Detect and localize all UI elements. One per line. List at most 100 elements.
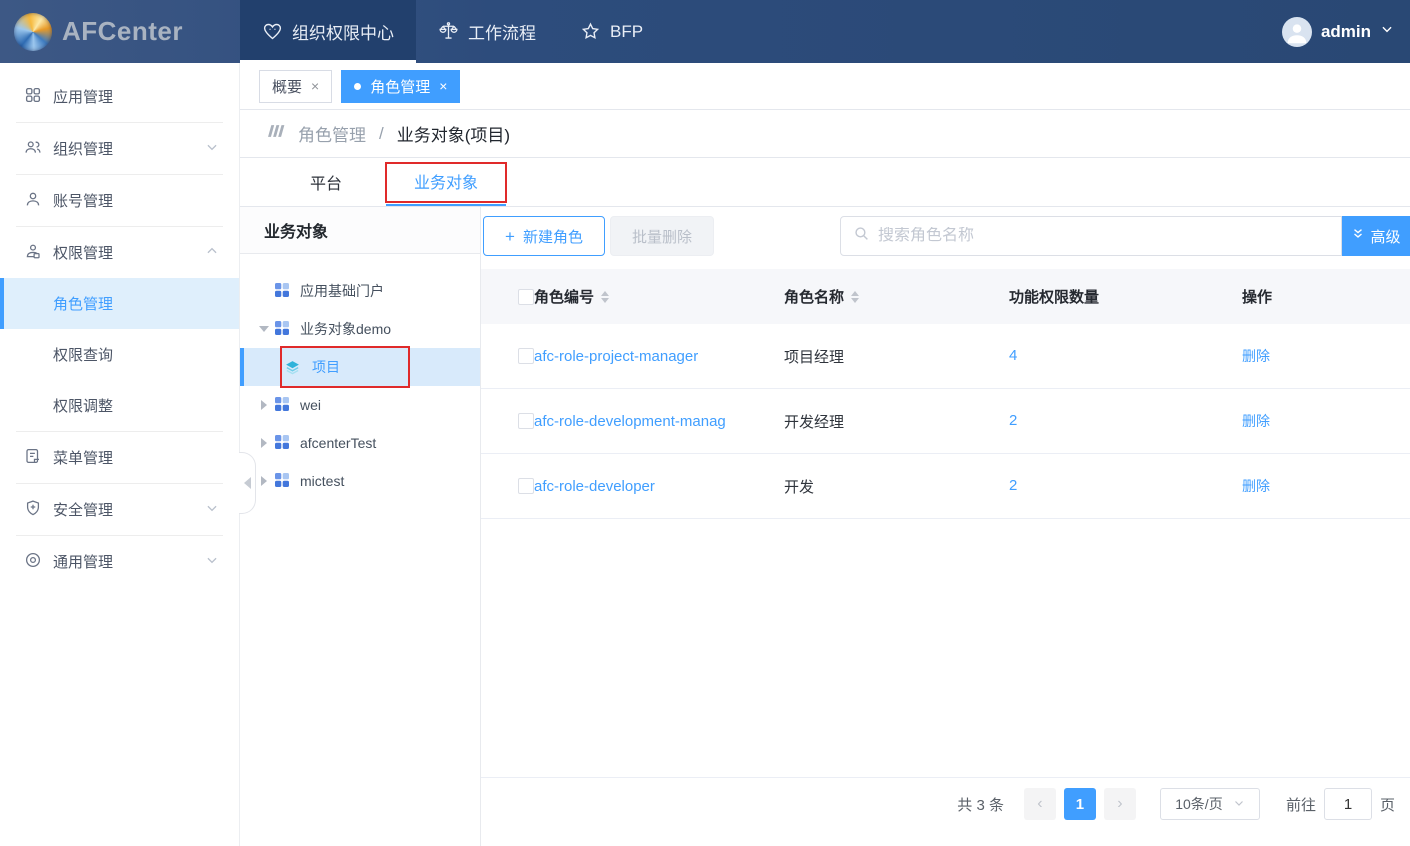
sidebar-item-permission-query[interactable]: 权限查询 <box>0 329 239 380</box>
sidebar-item-label: 组织管理 <box>53 138 113 159</box>
app-icon <box>274 472 290 491</box>
module-label: BFP <box>610 22 643 42</box>
row-checkbox[interactable] <box>518 478 534 494</box>
module-label: 工作流程 <box>468 19 536 44</box>
page-size-select[interactable]: 10条/页 <box>1160 788 1260 820</box>
app-icon <box>274 434 290 453</box>
permission-count-link[interactable]: 4 <box>1009 347 1017 364</box>
prev-page-button[interactable]: ‹ <box>1024 788 1056 820</box>
tree-node-afcentertest[interactable]: afcenterTest <box>240 424 480 462</box>
batch-delete-button[interactable]: 批量删除 <box>610 216 714 256</box>
tree-node-app-base-portal[interactable]: 应用基础门户 <box>240 272 480 310</box>
module-bfp[interactable]: BFP <box>558 0 665 63</box>
people-icon <box>24 138 42 160</box>
table-row: afc-role-development-manag 开发经理 2 删除 <box>481 389 1410 454</box>
tab-label: 平台 <box>310 170 342 194</box>
sort-icon[interactable] <box>601 291 609 303</box>
tree-node-wei[interactable]: wei <box>240 386 480 424</box>
sidebar-item-account-management[interactable]: 账号管理 <box>0 175 239 226</box>
double-chevron-down-icon <box>1351 227 1365 245</box>
layers-icon <box>282 359 302 376</box>
app-icon <box>274 320 290 339</box>
tree-node-mictest[interactable]: mictest <box>240 462 480 500</box>
breadcrumb-bars-icon <box>265 122 287 145</box>
create-role-button[interactable]: + 新建角色 <box>483 216 605 256</box>
search-box <box>840 216 1342 256</box>
permission-count-link[interactable]: 2 <box>1009 412 1017 429</box>
total-count: 共 3 条 <box>957 794 1004 815</box>
goto-page-input[interactable] <box>1324 788 1372 820</box>
target-icon <box>24 551 42 573</box>
tab-platform[interactable]: 平台 <box>266 158 386 206</box>
sidebar-item-app-management[interactable]: 应用管理 <box>0 71 239 122</box>
view-tabbar: 平台 业务对象 <box>240 158 1410 207</box>
delete-link[interactable]: 删除 <box>1242 478 1270 494</box>
column-header-role-code[interactable]: 角色编号 <box>534 286 594 307</box>
star-icon <box>580 21 601 42</box>
close-icon[interactable]: × <box>311 79 319 93</box>
tab-label: 概要 <box>272 76 302 97</box>
tree-node-business-object-demo[interactable]: 业务对象demo <box>240 310 480 348</box>
search-input[interactable] <box>878 227 1341 245</box>
sidebar-item-permission-adjust[interactable]: 权限调整 <box>0 380 239 431</box>
role-table-panel: + 新建角色 批量删除 <box>481 207 1410 846</box>
tree-panel-title: 业务对象 <box>240 207 480 254</box>
role-name: 开发 <box>784 479 814 496</box>
role-code-link[interactable]: afc-role-developer <box>534 478 655 495</box>
active-dot-icon <box>354 83 361 90</box>
row-checkbox[interactable] <box>518 348 534 364</box>
tab-business-object[interactable]: 业务对象 <box>386 158 506 206</box>
user-menu[interactable]: admin <box>1282 0 1410 63</box>
caret-right-icon[interactable] <box>254 476 274 486</box>
select-all-checkbox[interactable] <box>518 289 534 305</box>
page-number-button[interactable]: 1 <box>1064 788 1096 820</box>
delete-link[interactable]: 删除 <box>1242 413 1270 429</box>
sidebar-item-label: 权限管理 <box>53 242 113 263</box>
tree-node-label: 项目 <box>312 357 340 377</box>
button-label: 批量删除 <box>632 226 692 247</box>
sort-icon[interactable] <box>851 291 859 303</box>
sidebar-item-role-management[interactable]: 角色管理 <box>0 278 239 329</box>
table-row: afc-role-developer 开发 2 删除 <box>481 454 1410 519</box>
caret-down-icon[interactable] <box>254 326 274 332</box>
role-code-link[interactable]: afc-role-development-manag <box>534 413 726 430</box>
breadcrumb: 角色管理 / 业务对象(项目) <box>240 110 1410 158</box>
sidebar-item-label: 安全管理 <box>53 499 113 520</box>
module-org-permission-center[interactable]: 组织权限中心 <box>240 0 416 63</box>
close-icon[interactable]: × <box>439 79 447 93</box>
delete-link[interactable]: 删除 <box>1242 348 1270 364</box>
heart-smile-icon <box>262 21 283 42</box>
column-header-role-name[interactable]: 角色名称 <box>784 286 844 307</box>
tab-overview[interactable]: 概要 × <box>259 70 332 103</box>
permission-count-link[interactable]: 2 <box>1009 477 1017 494</box>
app-icon <box>274 282 290 301</box>
sidebar-item-menu-management[interactable]: 菜单管理 <box>0 432 239 483</box>
role-name: 项目经理 <box>784 349 844 366</box>
role-code-link[interactable]: afc-role-project-manager <box>534 348 698 365</box>
row-checkbox[interactable] <box>518 413 534 429</box>
grid-icon <box>24 86 42 108</box>
panel-collapse-handle[interactable] <box>239 452 256 514</box>
badge-icon <box>24 242 42 264</box>
tree-node-project[interactable]: 项目 <box>240 348 480 386</box>
caret-right-icon[interactable] <box>254 400 274 410</box>
sidebar-item-general-management[interactable]: 通用管理 <box>0 536 239 587</box>
breadcrumb-root[interactable]: 角色管理 <box>298 121 366 146</box>
sidebar-item-security-management[interactable]: 安全管理 <box>0 484 239 535</box>
sidebar-item-permission-management[interactable]: 权限管理 <box>0 227 239 278</box>
tree-node-label: 业务对象demo <box>300 319 391 339</box>
shield-plus-icon <box>24 499 42 521</box>
chevron-down-icon <box>205 553 219 571</box>
sidebar-item-org-management[interactable]: 组织管理 <box>0 123 239 174</box>
tab-role-management[interactable]: 角色管理 × <box>341 70 460 103</box>
tab-label: 角色管理 <box>370 76 430 97</box>
module-workflow[interactable]: 工作流程 <box>416 0 558 63</box>
page-size-value: 10条/页 <box>1175 794 1222 814</box>
caret-right-icon[interactable] <box>254 438 274 448</box>
column-header-permission-count: 功能权限数量 <box>1009 289 1099 306</box>
business-object-tree-panel: 业务对象 应用基础门户 <box>240 207 481 846</box>
avatar <box>1282 17 1312 47</box>
next-page-button[interactable]: › <box>1104 788 1136 820</box>
search-group: 高级 <box>840 216 1410 256</box>
advanced-search-button[interactable]: 高级 <box>1342 216 1410 256</box>
